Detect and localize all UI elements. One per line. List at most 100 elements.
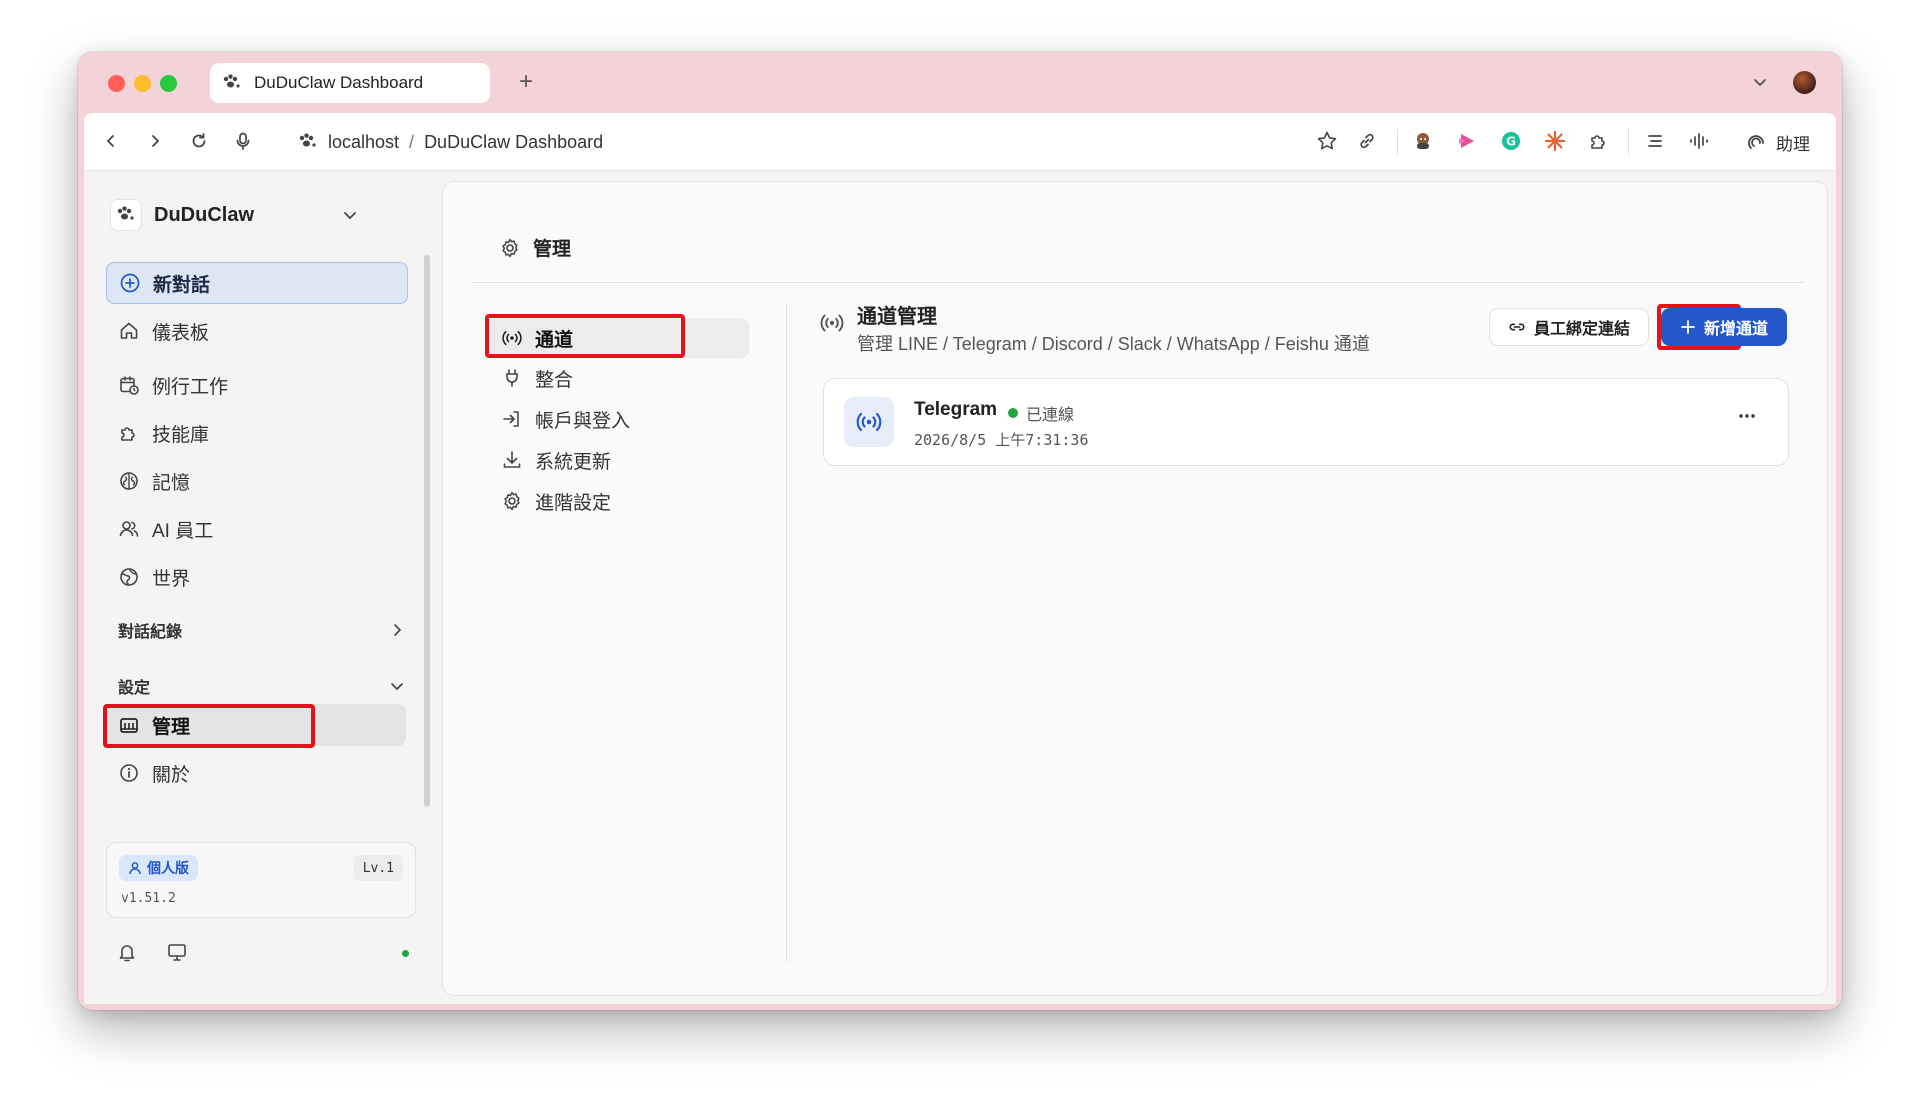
tab-list-chevron-icon[interactable] xyxy=(1750,72,1770,92)
sidebar-item-label: 記憶 xyxy=(152,472,191,494)
panel-title: 通道管理 xyxy=(857,306,937,328)
subnav-label: 進階設定 xyxy=(535,492,612,514)
extension-spark-icon[interactable] xyxy=(1542,128,1568,154)
sidebar-item-management[interactable]: 管理 xyxy=(106,704,406,746)
sidebar-item-skills[interactable]: 技能庫 xyxy=(106,412,406,454)
status-text: 已連線 xyxy=(1026,407,1075,424)
url-page: DuDuClaw Dashboard xyxy=(424,131,604,152)
bookmark-star-icon[interactable] xyxy=(1314,128,1340,154)
channel-timestamp: 2026/8/5 上午7:31:36 xyxy=(914,431,1089,449)
broadcast-icon xyxy=(501,327,523,349)
button-label: 員工綁定連結 xyxy=(1533,321,1630,338)
plug-icon xyxy=(501,367,523,389)
new-tab-button[interactable]: + xyxy=(510,66,542,98)
browser-tab[interactable]: DuDuClaw Dashboard xyxy=(210,63,490,103)
brain-icon xyxy=(118,470,140,492)
employee-bind-link-button[interactable]: 員工綁定連結 xyxy=(1489,308,1649,346)
sidebar-scrollbar[interactable] xyxy=(424,255,430,807)
minimize-window-button[interactable] xyxy=(134,75,151,92)
chevron-right-icon xyxy=(388,621,406,639)
broadcast-icon xyxy=(844,397,894,447)
forward-arrow-icon[interactable] xyxy=(142,128,168,154)
main-panel: 管理 通道 整合 帳戶與登入 系統更新 進階設定 通道管理 管理 LINE / … xyxy=(442,181,1828,996)
reading-list-icon[interactable] xyxy=(1642,128,1668,154)
link-icon[interactable] xyxy=(1354,128,1380,154)
new-chat-label: 新對話 xyxy=(153,274,211,296)
browser-toolbar: localhost / DuDuClaw Dashboard G 助理 xyxy=(84,113,1836,171)
user-icon xyxy=(128,861,142,875)
sidebar-item-label: 關於 xyxy=(152,764,191,786)
sidebar-item-about[interactable]: 關於 xyxy=(106,752,406,794)
profile-avatar[interactable] xyxy=(1793,71,1816,94)
sidebar: DuDuClaw 新對話 儀表板 例行工作 技能庫 記憶 AI 員工 世界 對話… xyxy=(84,171,430,1004)
bell-icon[interactable] xyxy=(116,941,138,963)
svg-text:G: G xyxy=(1506,135,1516,149)
chevron-down-icon xyxy=(340,205,360,225)
browser-window: DuDuClaw Dashboard + localhost / DuDuCla… xyxy=(78,52,1842,1010)
add-channel-button[interactable]: 新增通道 xyxy=(1661,308,1787,346)
assistant-button[interactable]: 助理 xyxy=(1746,127,1810,157)
building-icon xyxy=(118,714,140,736)
sidebar-item-world[interactable]: 世界 xyxy=(106,556,406,598)
tab-system-update[interactable]: 系統更新 xyxy=(487,440,749,480)
section-title: 對話紀錄 xyxy=(118,624,183,641)
channel-card[interactable]: Telegram 已連線 2026/8/5 上午7:31:36 xyxy=(823,378,1789,466)
extension-play-icon[interactable] xyxy=(1454,128,1480,154)
panel-subtitle: 管理 LINE / Telegram / Discord / Slack / W… xyxy=(857,334,1370,354)
more-options-icon[interactable] xyxy=(1736,405,1758,427)
sidebar-item-routines[interactable]: 例行工作 xyxy=(106,364,406,406)
section-chat-history[interactable]: 對話紀錄 xyxy=(118,616,406,644)
sidebar-item-label: 世界 xyxy=(152,568,191,590)
page-title-text: 管理 xyxy=(533,239,572,260)
sidebar-item-dashboard[interactable]: 儀表板 xyxy=(106,310,406,352)
subnav-label: 帳戶與登入 xyxy=(535,410,631,432)
download-icon xyxy=(501,449,523,471)
plan-badge: 個人版 xyxy=(119,855,198,881)
subnav-label: 通道 xyxy=(535,329,574,351)
title-bar: DuDuClaw Dashboard + xyxy=(78,52,1842,113)
monitor-icon[interactable] xyxy=(166,941,188,963)
plus-circle-icon xyxy=(119,272,141,294)
sidebar-item-memory[interactable]: 記憶 xyxy=(106,460,406,502)
address-bar[interactable]: localhost / DuDuClaw Dashboard xyxy=(298,128,603,156)
section-settings[interactable]: 設定 xyxy=(118,672,406,700)
sidebar-item-ai-employees[interactable]: AI 員工 xyxy=(106,508,406,550)
status-badge: 已連線 xyxy=(1008,401,1074,425)
plan-card: 個人版 Lv.1 v1.51.2 xyxy=(106,842,416,918)
extensions-puzzle-icon[interactable] xyxy=(1586,128,1612,154)
tab-channels[interactable]: 通道 xyxy=(487,318,749,358)
close-window-button[interactable] xyxy=(108,75,125,92)
sidebar-item-label: 管理 xyxy=(152,716,191,738)
brand-name: DuDuClaw xyxy=(154,203,254,226)
paw-icon xyxy=(110,199,142,231)
extension-avatar-icon[interactable] xyxy=(1410,128,1436,154)
paw-icon xyxy=(298,133,318,151)
section-title: 設定 xyxy=(118,680,151,697)
url-separator: / xyxy=(409,131,415,152)
back-arrow-icon[interactable] xyxy=(98,128,124,154)
audio-wave-icon[interactable] xyxy=(1686,128,1712,154)
microphone-icon[interactable] xyxy=(230,128,256,154)
subnav-label: 整合 xyxy=(535,369,574,391)
button-label: 新增通道 xyxy=(1703,321,1768,338)
gear-icon xyxy=(501,490,523,512)
chevron-down-icon xyxy=(388,677,406,695)
workspace-switcher[interactable]: DuDuClaw xyxy=(110,197,360,233)
tab-advanced-settings[interactable]: 進階設定 xyxy=(487,481,749,521)
home-icon xyxy=(118,320,140,342)
sidebar-item-label: AI 員工 xyxy=(152,520,214,542)
reload-icon[interactable] xyxy=(186,128,212,154)
subnav-label: 系統更新 xyxy=(535,451,612,473)
version-text: v1.51.2 xyxy=(121,891,176,906)
plan-label: 個人版 xyxy=(147,860,189,876)
tab-integrations[interactable]: 整合 xyxy=(487,358,749,398)
maximize-window-button[interactable] xyxy=(160,75,177,92)
extension-grammar-icon[interactable]: G xyxy=(1498,128,1524,154)
sidebar-item-label: 技能庫 xyxy=(152,424,210,446)
page-title: 管理 xyxy=(499,234,571,261)
tab-accounts[interactable]: 帳戶與登入 xyxy=(487,399,749,439)
users-icon xyxy=(118,518,140,540)
assistant-icon xyxy=(1746,131,1768,153)
new-chat-button[interactable]: 新對話 xyxy=(106,262,408,304)
online-status-dot xyxy=(402,950,409,957)
